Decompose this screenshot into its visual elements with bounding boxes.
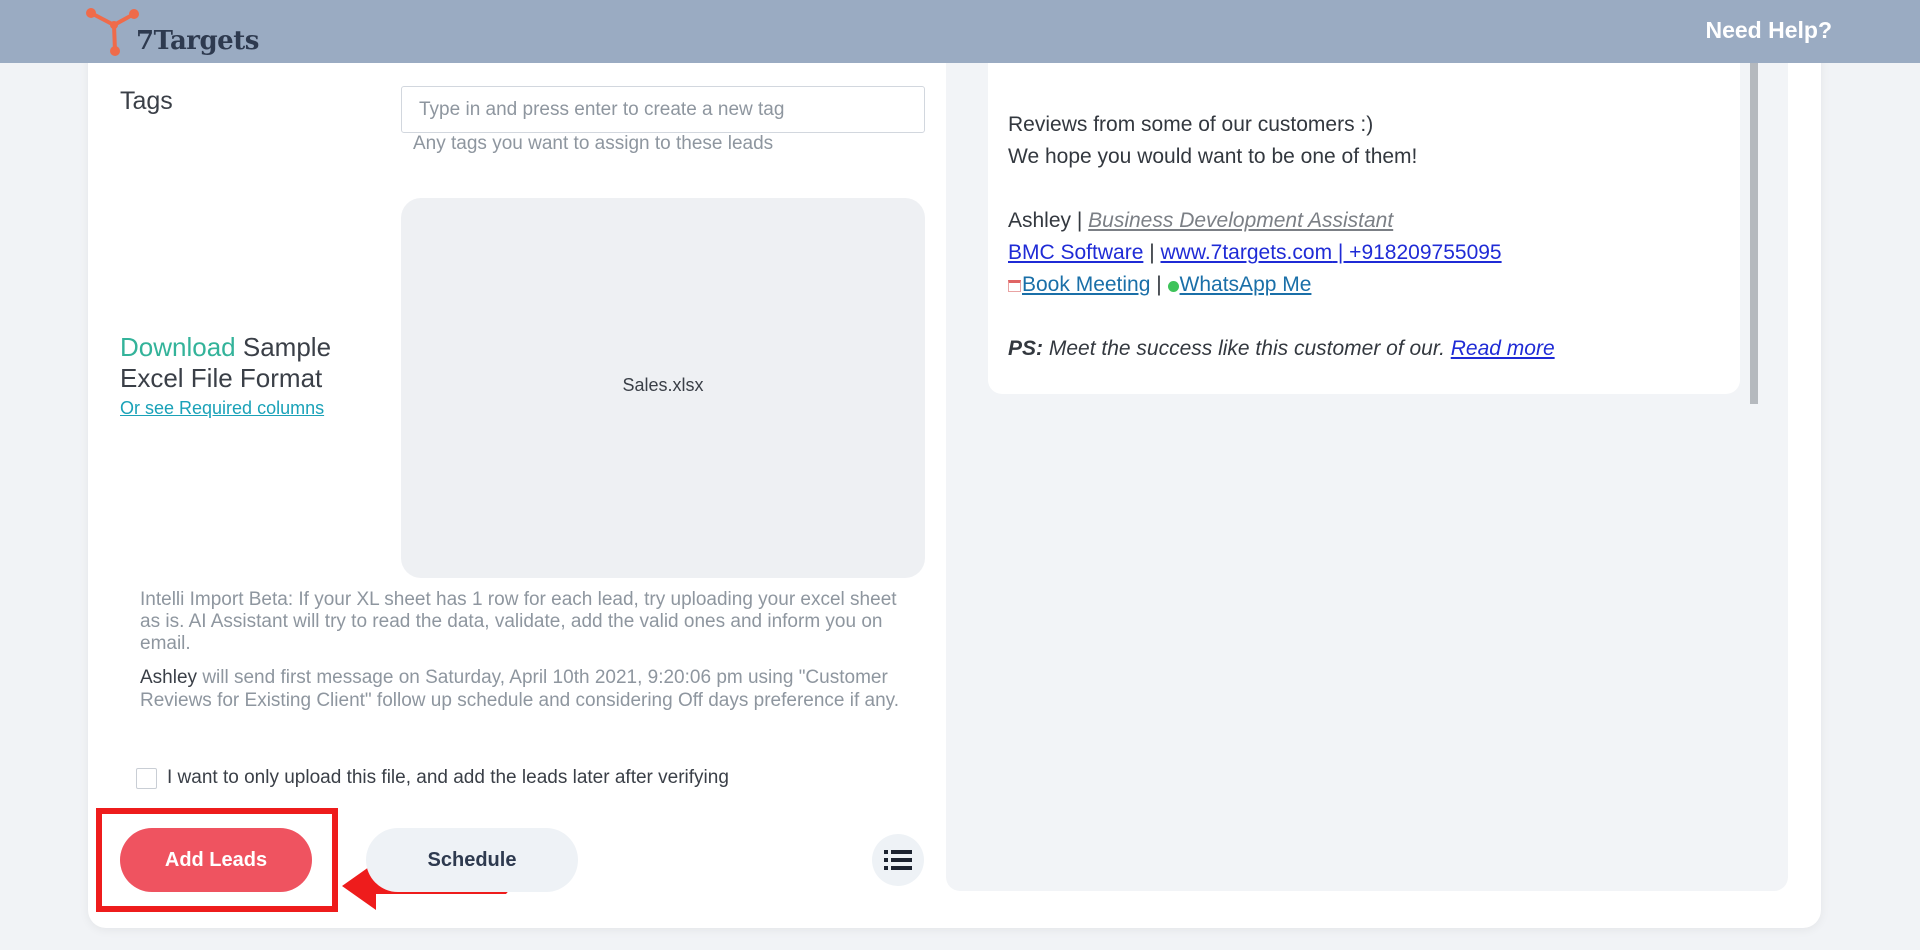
ps-line: PS: Meet the success like this customer …: [1008, 333, 1728, 365]
file-dropzone[interactable]: Sales.xlsx: [401, 198, 925, 578]
signature-line: Ashley | Business Development Assistant: [1008, 205, 1728, 237]
company-link[interactable]: BMC Software: [1008, 241, 1143, 264]
preview-line-1: Reviews from some of our customers :): [1008, 113, 1374, 136]
upload-only-label: I want to only upload this file, and add…: [167, 767, 729, 788]
book-meeting-link[interactable]: Book Meeting: [1022, 273, 1150, 296]
preview-line-2: We hope you would want to be one of them…: [1008, 145, 1418, 168]
download-sample-link[interactable]: Download: [120, 332, 236, 362]
signature-separator: |: [1071, 209, 1089, 232]
need-help-link[interactable]: Need Help?: [1705, 17, 1832, 44]
app-logo[interactable]: 7Targets: [86, 6, 266, 58]
send-schedule-note: Ashley will send first message on Saturd…: [140, 666, 910, 712]
signature-role: Business Development Assistant: [1088, 209, 1394, 232]
message-preview-body: Reviews from some of our customers :) We…: [1008, 109, 1728, 365]
preview-scrollbar[interactable]: [1750, 60, 1758, 404]
preview-spacer: [1008, 173, 1728, 205]
calendar-icon: [1008, 280, 1021, 292]
phone-link[interactable]: | +918209755095: [1332, 241, 1502, 264]
booking-line: Book Meeting | WhatsApp Me: [1008, 269, 1728, 301]
ps-label: PS:: [1008, 337, 1044, 360]
top-header: 7Targets Need Help?: [0, 0, 1920, 63]
ps-text: Meet the success like this customer of o…: [1043, 337, 1451, 360]
sample-download-block: Download Sample Excel File Format Or see…: [120, 332, 380, 419]
whatsapp-link[interactable]: WhatsApp Me: [1180, 273, 1312, 296]
website-link[interactable]: www.7targets.com: [1161, 241, 1333, 264]
upload-only-option: I want to only upload this file, and add…: [136, 767, 729, 789]
sender-name: Ashley: [140, 667, 198, 688]
signature-name: Ashley: [1008, 209, 1072, 232]
uploaded-file-name: Sales.xlsx: [622, 375, 704, 395]
download-sample-word: Sample: [242, 332, 332, 362]
download-sample-heading: Download Sample: [120, 332, 380, 363]
required-columns-link[interactable]: Or see Required columns: [120, 398, 324, 419]
list-view-button[interactable]: [872, 834, 924, 886]
logo-text: 7Targets: [136, 26, 259, 56]
add-leads-button[interactable]: Add Leads: [120, 828, 312, 892]
schedule-button[interactable]: Schedule: [366, 828, 578, 892]
intelli-import-note: Intelli Import Beta: If your XL sheet ha…: [140, 589, 897, 654]
tags-label: Tags: [120, 87, 173, 115]
send-schedule-text: will send first message on Saturday, Apr…: [140, 667, 900, 711]
preview-spacer-2: [1008, 301, 1728, 333]
list-icon: [884, 850, 912, 870]
download-sample-subheading: Excel File Format: [120, 363, 323, 393]
contact-separator: |: [1143, 241, 1161, 264]
whatsapp-icon: [1167, 281, 1179, 292]
upload-only-checkbox[interactable]: [136, 767, 157, 789]
tags-help-text: Any tags you want to assign to these lea…: [413, 133, 774, 154]
contact-line: BMC Software | www.7targets.com | +91820…: [1008, 237, 1728, 269]
booking-separator: |: [1150, 273, 1168, 296]
read-more-link[interactable]: Read more: [1451, 337, 1555, 360]
tags-input[interactable]: [401, 86, 925, 133]
